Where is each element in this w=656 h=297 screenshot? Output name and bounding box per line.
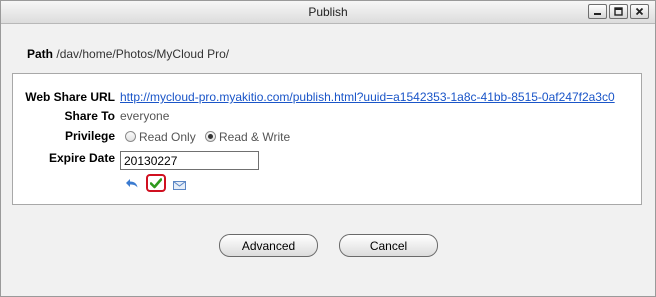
path-label: Path xyxy=(27,47,54,61)
confirm-button[interactable] xyxy=(146,174,166,192)
publish-dialog: Publish Path /dav/home/Photos/MyCloud Pr… xyxy=(0,0,656,297)
window-controls xyxy=(588,4,649,19)
cancel-button[interactable]: Cancel xyxy=(339,234,438,257)
path-row: Path /dav/home/Photos/MyCloud Pro/ xyxy=(27,47,229,61)
minimize-button[interactable] xyxy=(588,4,607,19)
advanced-button[interactable]: Advanced xyxy=(219,234,318,257)
close-button[interactable] xyxy=(630,4,649,19)
privilege-label: Privilege xyxy=(64,129,115,143)
email-icon[interactable] xyxy=(173,179,186,193)
web-share-url-label: Web Share URL xyxy=(25,90,115,104)
expire-date-input[interactable] xyxy=(120,151,259,170)
maximize-icon xyxy=(614,7,623,16)
window-title: Publish xyxy=(308,5,348,19)
read-write-label: Read & Write xyxy=(219,130,291,144)
read-only-label: Read Only xyxy=(139,130,196,144)
read-write-radio[interactable] xyxy=(205,131,216,142)
web-share-url-link[interactable]: http://mycloud-pro.myakitio.com/publish.… xyxy=(120,90,615,104)
read-only-radio[interactable] xyxy=(125,131,136,142)
undo-icon[interactable] xyxy=(125,177,139,192)
path-value: /dav/home/Photos/MyCloud Pro/ xyxy=(56,47,230,61)
share-settings-panel: Web Share URL http://mycloud-pro.myakiti… xyxy=(12,73,642,205)
title-bar[interactable]: Publish xyxy=(1,1,655,24)
share-to-label: Share To xyxy=(64,109,115,123)
privilege-read-write[interactable]: Read & Write xyxy=(205,130,290,144)
share-to-value: everyone xyxy=(120,109,170,123)
confirm-check-icon xyxy=(150,177,162,188)
expire-date-label: Expire Date xyxy=(48,151,115,165)
close-icon xyxy=(635,7,644,16)
minimize-icon xyxy=(594,13,601,15)
privilege-read-only[interactable]: Read Only xyxy=(125,130,196,144)
maximize-button[interactable] xyxy=(609,4,628,19)
